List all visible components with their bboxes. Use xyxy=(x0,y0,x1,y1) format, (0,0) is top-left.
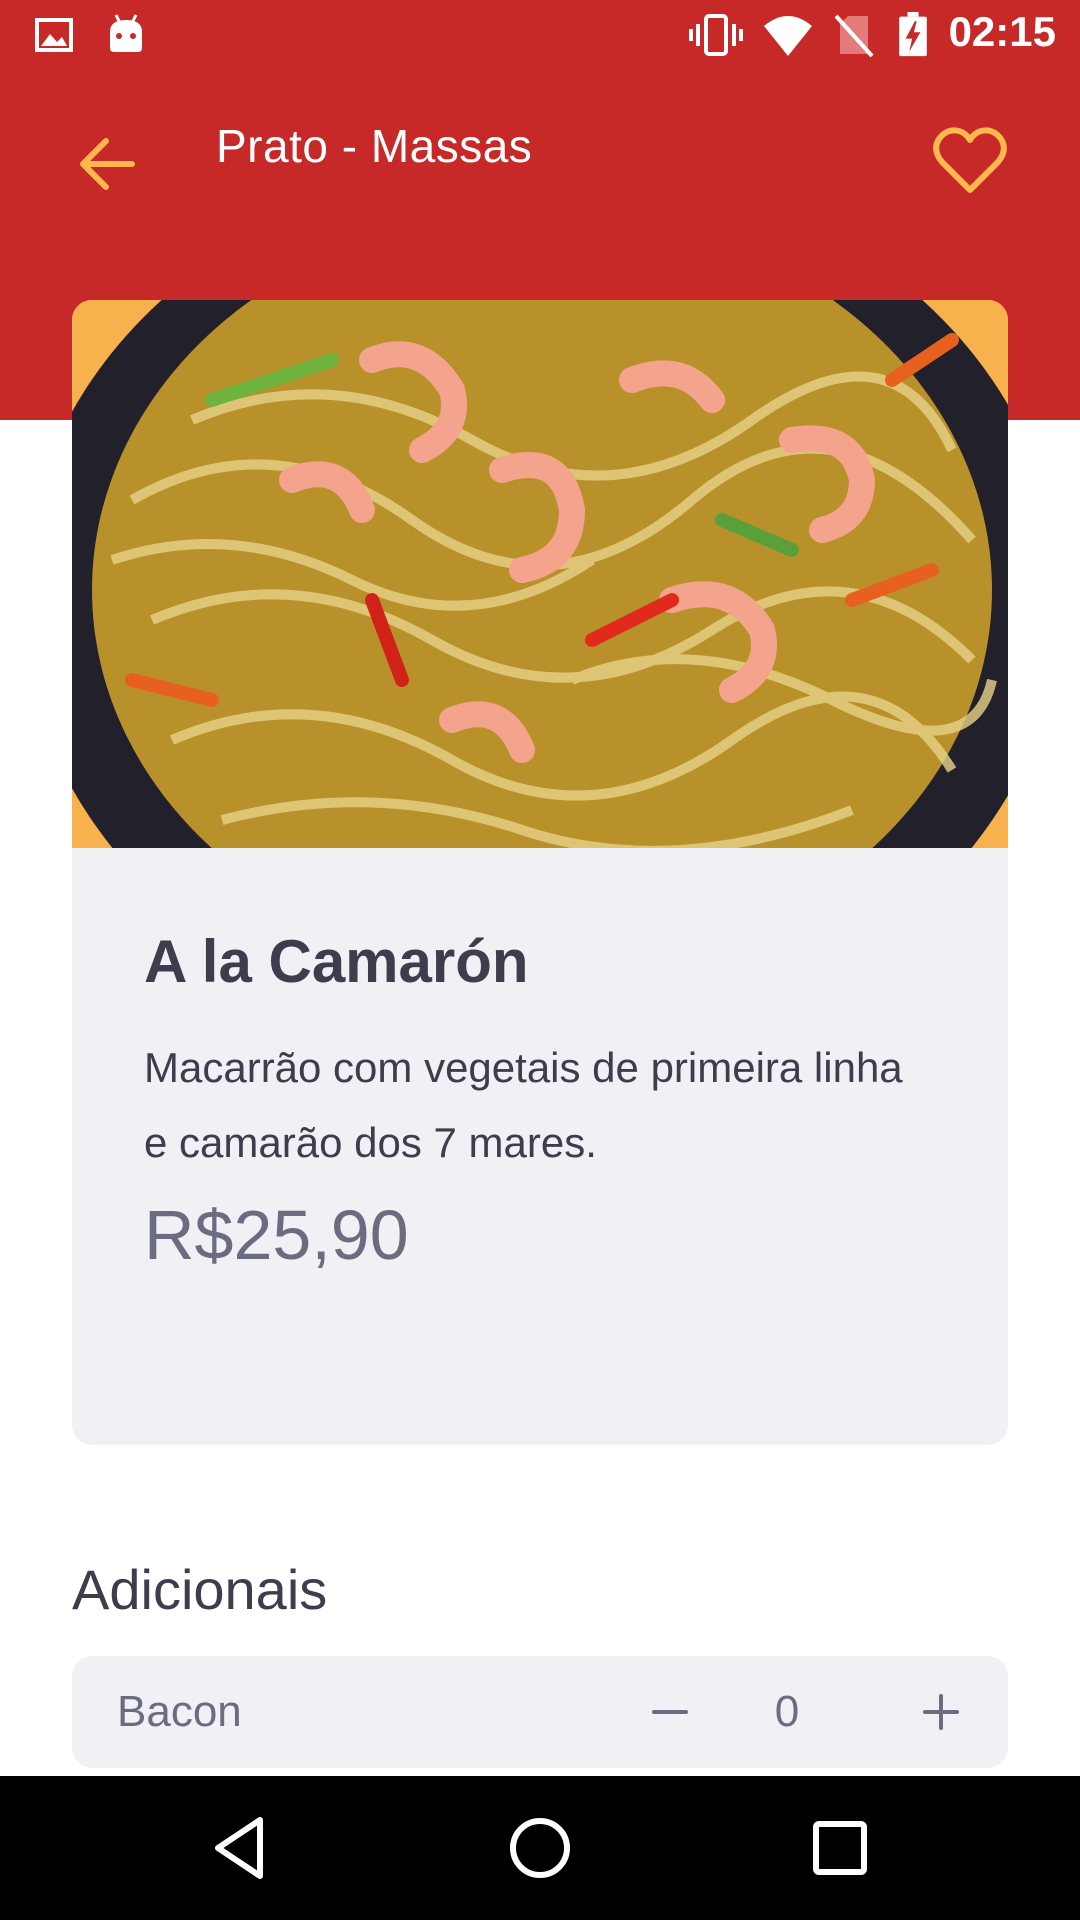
nav-recents-button[interactable] xyxy=(804,1812,876,1884)
decrease-quantity-button[interactable] xyxy=(646,1688,694,1736)
favorite-button[interactable] xyxy=(930,122,1010,202)
dish-card: A la Camarón Macarrão com vegetais de pr… xyxy=(72,300,1008,1445)
plus-icon xyxy=(923,1694,959,1730)
system-nav-bar xyxy=(0,1776,1080,1920)
status-bar: 02:15 xyxy=(0,0,1080,72)
nav-home-button[interactable] xyxy=(504,1812,576,1884)
no-sim-icon xyxy=(834,14,874,58)
dish-description: Macarrão com vegetais de primeira linha … xyxy=(144,1044,903,1166)
increase-quantity-button[interactable] xyxy=(917,1688,965,1736)
android-icon xyxy=(110,14,142,52)
vibrate-icon xyxy=(689,14,743,56)
status-time: 02:15 xyxy=(948,8,1056,55)
recents-square-icon xyxy=(813,1821,867,1875)
back-button[interactable] xyxy=(70,127,145,202)
nav-back-button[interactable] xyxy=(204,1812,276,1884)
gallery-icon xyxy=(35,18,73,52)
back-triangle-icon xyxy=(215,1817,263,1879)
dish-price: R$25,90 xyxy=(144,1196,409,1274)
heart-outline-icon xyxy=(933,127,1007,193)
dish-info: A la Camarón Macarrão com vegetais de pr… xyxy=(144,920,944,1280)
arrow-left-icon xyxy=(80,138,135,190)
extras-title: Adicionais xyxy=(72,1558,328,1621)
wifi-icon xyxy=(764,16,812,56)
dish-name: A la Camarón xyxy=(144,928,529,995)
home-circle-icon xyxy=(510,1818,570,1878)
extra-item-bacon: Bacon 0 xyxy=(72,1656,1008,1768)
page-title: Prato - Massas xyxy=(216,120,533,172)
quantity-value: 0 xyxy=(774,1687,800,1736)
extra-item-name: Bacon xyxy=(117,1687,242,1736)
dish-image xyxy=(72,300,1008,848)
battery-charging-icon xyxy=(899,12,927,57)
